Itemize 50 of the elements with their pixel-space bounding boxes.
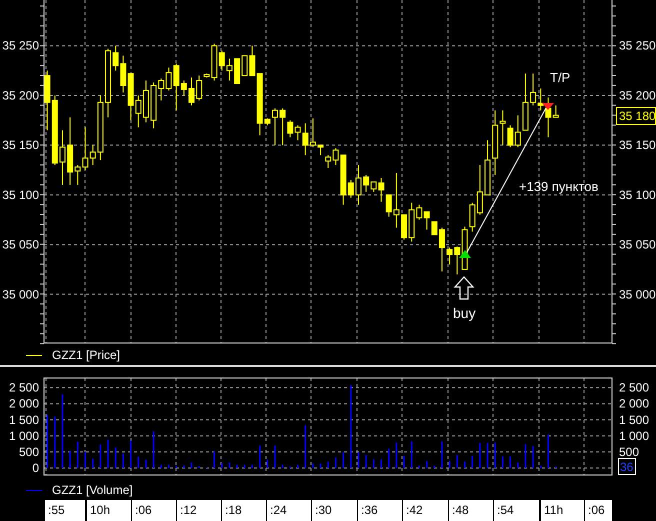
price-axis-label: 35 050 [619, 238, 656, 252]
up-arrow-icon [454, 276, 474, 300]
volume-axis-label: 1 500 [8, 412, 39, 427]
price-axis-label: 35 050 [2, 238, 39, 252]
volume-axis-label: 0 [32, 461, 39, 475]
volume-axis-label: 2 500 [619, 380, 650, 395]
buy-label: buy [453, 305, 476, 321]
price-axis-label: 35 250 [619, 38, 656, 53]
price-axis-label: 35 250 [2, 38, 39, 53]
time-axis-label: :06 [131, 500, 176, 521]
candle [188, 77, 194, 106]
time-axis-label: 11h [539, 500, 584, 521]
take-profit-marker-icon [542, 103, 554, 110]
volume-axis-label: 1 500 [619, 412, 650, 427]
volume-axis-label: 1 000 [8, 428, 39, 443]
price-axis-label: 35 200 [2, 88, 39, 102]
time-axis-label: :42 [402, 500, 448, 521]
price-axis-label: 35 100 [619, 188, 656, 202]
time-axis-label: :06 [584, 500, 612, 521]
legend-label: GZZ1 [Price] [52, 347, 120, 364]
volume-axis-label: 500 [18, 444, 39, 459]
time-axis-label: :12 [176, 500, 221, 521]
volume-axis-label: 2 000 [8, 396, 39, 411]
last-price-tag: 35 180 [616, 107, 656, 125]
price-axis-label: 35 150 [619, 138, 656, 152]
price-axis-label: 35 200 [619, 88, 656, 102]
time-axis-label: :54 [493, 500, 539, 521]
price-axis-label: 35 000 [619, 287, 656, 302]
last-volume-tag: 36 [618, 458, 636, 475]
legend-label: GZZ1 [Volume] [52, 482, 133, 499]
buy-marker-icon [459, 250, 471, 258]
time-axis-label: :36 [357, 500, 402, 521]
price-axis-label: 35 100 [2, 188, 39, 202]
profit-label: +139 пунктов [519, 179, 598, 194]
volume-axis-label: 2 500 [8, 380, 39, 395]
volume-axis-label: 1 000 [619, 428, 650, 443]
time-axis-label: :18 [221, 500, 266, 521]
volume-axis-label: 2 000 [619, 396, 650, 411]
legend-line-icon [26, 354, 42, 356]
volume-axis-label: 500 [619, 444, 640, 459]
time-axis-label: :30 [311, 500, 357, 521]
candle [272, 108, 278, 146]
time-axis-label: :24 [266, 500, 311, 521]
candle [356, 164, 362, 206]
time-axis-label: 10h [85, 500, 131, 521]
price-axis-label: 35 150 [2, 138, 39, 152]
take-profit-label: T/P [550, 70, 570, 85]
time-axis-label: :55 [44, 500, 85, 521]
price-axis-label: 35 000 [2, 287, 39, 302]
time-axis-label: :48 [448, 500, 493, 521]
